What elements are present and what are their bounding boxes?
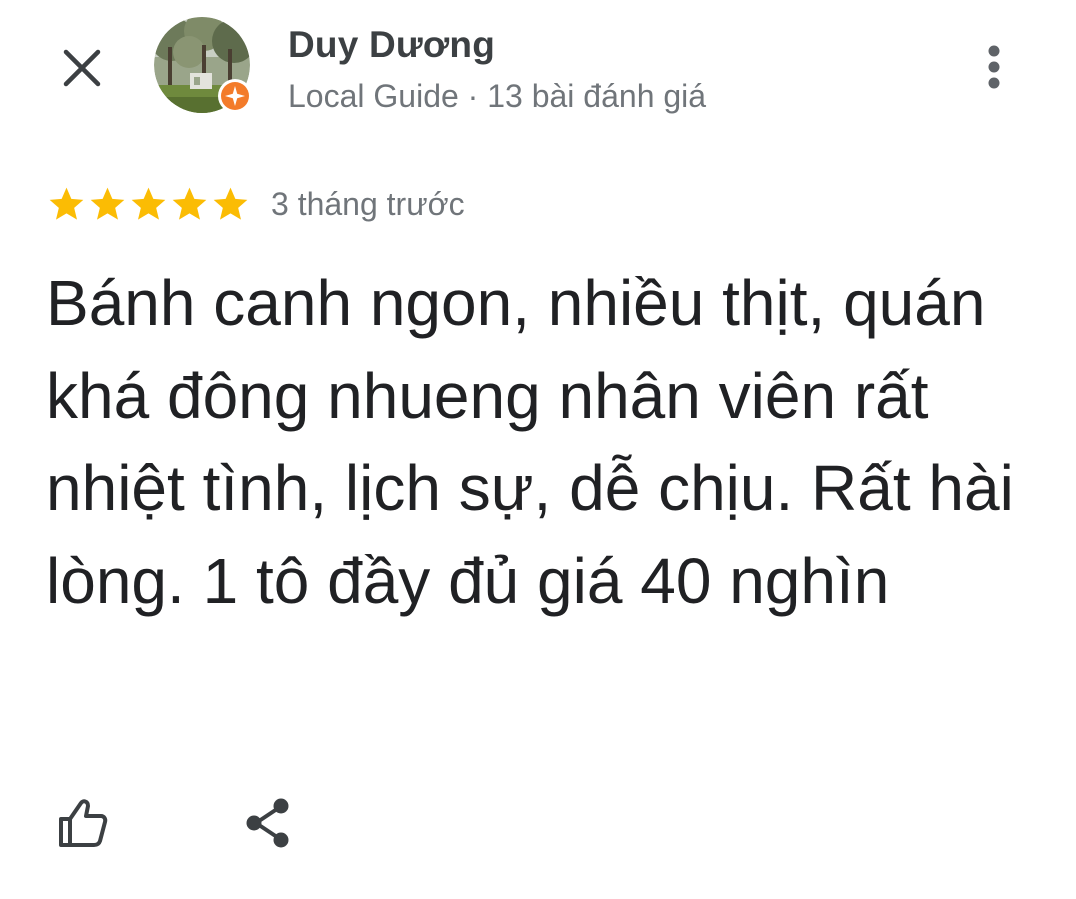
star-icon xyxy=(49,187,84,220)
close-button[interactable] xyxy=(54,40,110,96)
review-actions xyxy=(48,788,303,858)
thumb-up-icon xyxy=(59,799,108,847)
close-icon xyxy=(63,49,101,87)
star-icon xyxy=(90,187,125,220)
local-guide-badge xyxy=(218,79,252,113)
star-icon xyxy=(131,187,166,220)
reviewer-avatar[interactable] xyxy=(154,17,252,115)
like-button[interactable] xyxy=(48,788,118,858)
reviewer-name[interactable]: Duy Dương xyxy=(288,24,495,66)
star-icon xyxy=(213,187,248,220)
review-text: Bánh canh ngon, nhiều thịt, quán khá đôn… xyxy=(46,267,1014,617)
rating-row: 3 tháng trước xyxy=(46,183,465,225)
share-button[interactable] xyxy=(233,788,303,858)
reviewer-meta: Local Guide · 13 bài đánh giá xyxy=(288,78,707,114)
review-detail-screen: Duy Dương Local Guide · 13 bài đánh giá … xyxy=(0,0,1076,899)
star-icon xyxy=(172,187,207,220)
share-icon xyxy=(246,798,289,848)
more-options-button[interactable] xyxy=(968,38,1020,96)
star-rating xyxy=(46,184,251,224)
review-time: 3 tháng trước xyxy=(271,185,465,222)
local-guide-badge-icon xyxy=(221,82,249,110)
more-vert-icon xyxy=(988,45,1000,89)
